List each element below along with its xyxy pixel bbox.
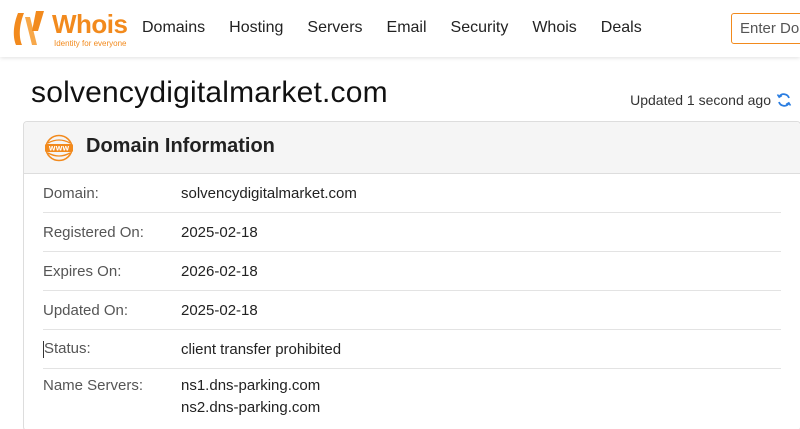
row-value: 2025-02-18	[181, 223, 258, 241]
nav-item-domains[interactable]: Domains	[142, 18, 205, 38]
info-row-status: Status: client transfer prohibited	[43, 330, 781, 369]
nav-item-security[interactable]: Security	[451, 18, 509, 38]
nav-item-whois[interactable]: Whois	[532, 18, 576, 38]
info-row-registered-on: Registered On: 2025-02-18	[43, 213, 781, 252]
page-title: solvencydigitalmarket.com	[31, 76, 388, 109]
row-label: Registered On:	[43, 223, 144, 241]
row-value: 2025-02-18	[181, 301, 258, 319]
card-header: WWW Domain Information	[24, 122, 800, 174]
info-row-name-servers: Name Servers: ns1.dns-parking.com ns2.dn…	[43, 369, 781, 416]
row-label: Domain:	[43, 184, 99, 202]
row-label: Updated On:	[43, 301, 129, 319]
row-value: solvencydigitalmarket.com	[181, 184, 357, 202]
row-value: client transfer prohibited	[181, 340, 342, 358]
updated-text: Updated 1 second ago	[630, 92, 771, 108]
nav-item-hosting[interactable]: Hosting	[229, 18, 283, 38]
info-row-expires-on: Expires On: 2026-02-18	[43, 252, 781, 291]
main-nav: Domains Hosting Servers Email Security W…	[142, 18, 666, 38]
nav-item-deals[interactable]: Deals	[601, 18, 642, 38]
logo-wordmark: Whois	[52, 9, 128, 39]
name-server-list: ns1.dns-parking.com ns2.dns-parking.com	[181, 377, 320, 416]
logo-tagline: Identity for everyone	[54, 39, 127, 48]
name-server-item: ns1.dns-parking.com	[181, 377, 321, 394]
nav-item-email[interactable]: Email	[387, 18, 427, 38]
nav-item-servers[interactable]: Servers	[307, 18, 362, 38]
last-updated: Updated 1 second ago	[630, 92, 792, 108]
row-label: Status:	[43, 340, 181, 358]
whois-logo[interactable]: Whois Identity for everyone	[8, 9, 133, 49]
top-navigation-bar: Whois Identity for everyone Domains Host…	[0, 0, 800, 57]
svg-text:WWW: WWW	[49, 146, 70, 153]
row-value: 2026-02-18	[181, 262, 258, 280]
status-label-text: Status:	[44, 340, 91, 358]
domain-info-table: Domain: solvencydigitalmarket.com Regist…	[24, 174, 800, 416]
info-row-updated-on: Updated On: 2025-02-18	[43, 291, 781, 330]
www-icon: WWW	[45, 134, 73, 162]
name-server-item: ns2.dns-parking.com	[181, 399, 321, 416]
row-label: Expires On:	[43, 262, 122, 280]
domain-information-card: WWW Domain Information Domain: solvencyd…	[23, 121, 800, 429]
card-title: Domain Information	[86, 135, 275, 157]
domain-search-input[interactable]	[731, 13, 800, 44]
info-row-domain: Domain: solvencydigitalmarket.com	[43, 174, 781, 213]
logo-mark-icon	[13, 11, 44, 45]
refresh-icon[interactable]	[776, 92, 792, 108]
row-label: Name Servers:	[43, 377, 144, 394]
